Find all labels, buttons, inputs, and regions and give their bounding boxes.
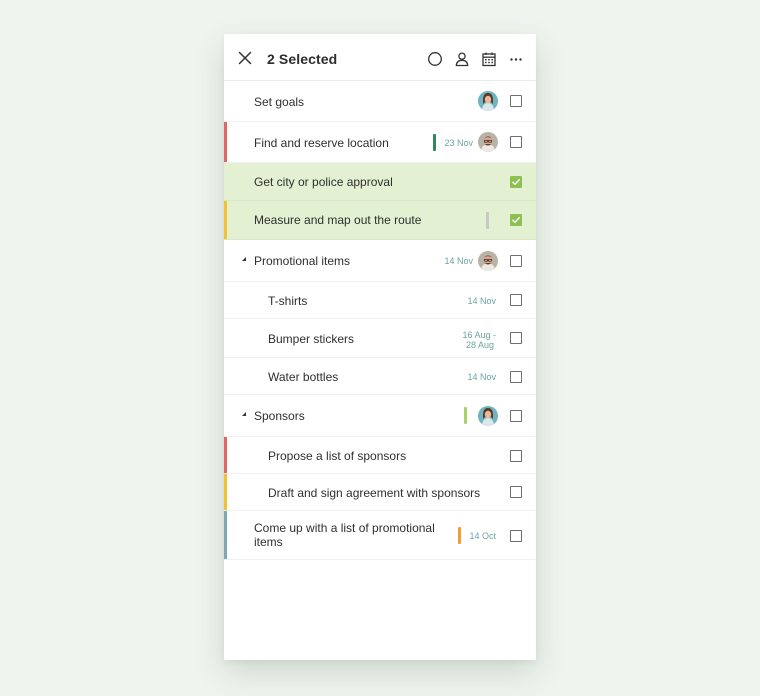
more-icon[interactable] (508, 51, 524, 67)
priority-indicator (224, 437, 227, 473)
selection-header: 2 Selected (224, 34, 536, 81)
task-checkbox-checked[interactable] (510, 176, 522, 188)
task-label: Draft and sign agreement with sponsors (268, 486, 481, 500)
selection-count-title: 2 Selected (267, 51, 338, 67)
tag-indicator (458, 527, 461, 544)
tag-indicator (486, 212, 489, 229)
task-checkbox[interactable] (510, 255, 522, 267)
task-row-parent[interactable]: Promotional items 14 Nov (224, 240, 536, 282)
task-label: Sponsors (254, 409, 305, 423)
task-checkbox[interactable] (510, 95, 522, 107)
task-label: Set goals (254, 95, 305, 109)
task-label: Measure and map out the route (254, 213, 422, 227)
task-label: Get city or police approval (254, 175, 393, 189)
collapse-triangle-icon[interactable] (242, 412, 246, 416)
due-date: 14 Nov (467, 372, 496, 382)
due-date: 14 Nov (467, 296, 496, 306)
task-row[interactable]: Find and reserve location 23 Nov (224, 122, 536, 163)
close-icon[interactable] (236, 49, 254, 67)
task-row-parent[interactable]: Sponsors (224, 395, 536, 437)
priority-indicator (224, 474, 227, 510)
task-checkbox[interactable] (510, 530, 522, 542)
task-label: Bumper stickers (268, 332, 355, 346)
checkmark-icon (512, 178, 520, 185)
task-row[interactable]: Come up with a list of promotional items… (224, 511, 536, 560)
task-checkbox[interactable] (510, 410, 522, 422)
checkmark-icon (512, 216, 520, 223)
task-label: Water bottles (268, 370, 339, 384)
avatar-man[interactable] (478, 132, 498, 152)
subtask-row[interactable]: Bumper stickers 16 Aug - 28 Aug (224, 319, 536, 358)
task-row-selected[interactable]: Measure and map out the route (224, 201, 536, 240)
task-checkbox[interactable] (510, 371, 522, 383)
due-date: 23 Nov (444, 138, 473, 148)
avatar-woman[interactable] (478, 406, 498, 426)
task-label: Find and reserve location (254, 136, 389, 150)
due-date-start: 16 Aug - (462, 330, 496, 340)
task-row[interactable]: Set goals (224, 81, 536, 122)
subtask-row[interactable]: Draft and sign agreement with sponsors (224, 474, 536, 511)
avatar-man[interactable] (478, 251, 498, 271)
task-checkbox-checked[interactable] (510, 214, 522, 226)
avatar-woman[interactable] (478, 91, 498, 111)
task-panel: 2 Selected Set goals Find and reserve lo… (224, 34, 536, 660)
subtask-row[interactable]: Water bottles 14 Nov (224, 358, 536, 395)
priority-indicator (224, 511, 227, 559)
task-label: Propose a list of sponsors (268, 449, 407, 463)
task-checkbox[interactable] (510, 486, 522, 498)
task-row-selected[interactable]: Get city or police approval (224, 163, 536, 201)
task-label: T-shirts (268, 294, 308, 308)
task-checkbox[interactable] (510, 136, 522, 148)
subtask-row[interactable]: T-shirts 14 Nov (224, 282, 536, 319)
tag-indicator (464, 407, 467, 424)
due-date-end: 28 Aug (466, 340, 495, 350)
person-icon[interactable] (454, 51, 470, 67)
priority-indicator (224, 201, 227, 239)
task-checkbox[interactable] (510, 294, 522, 306)
priority-indicator (224, 122, 227, 162)
subtask-row[interactable]: Propose a list of sponsors (224, 437, 536, 474)
calendar-icon[interactable] (481, 51, 497, 67)
collapse-triangle-icon[interactable] (242, 257, 246, 261)
task-checkbox[interactable] (510, 450, 522, 462)
task-checkbox[interactable] (510, 332, 522, 344)
circle-icon[interactable] (427, 51, 443, 67)
task-label: Come up with a list of promotional items (254, 521, 435, 549)
due-date: 14 Nov (444, 256, 473, 266)
due-date: 14 Oct (469, 531, 496, 541)
task-label: Promotional items (254, 254, 351, 268)
